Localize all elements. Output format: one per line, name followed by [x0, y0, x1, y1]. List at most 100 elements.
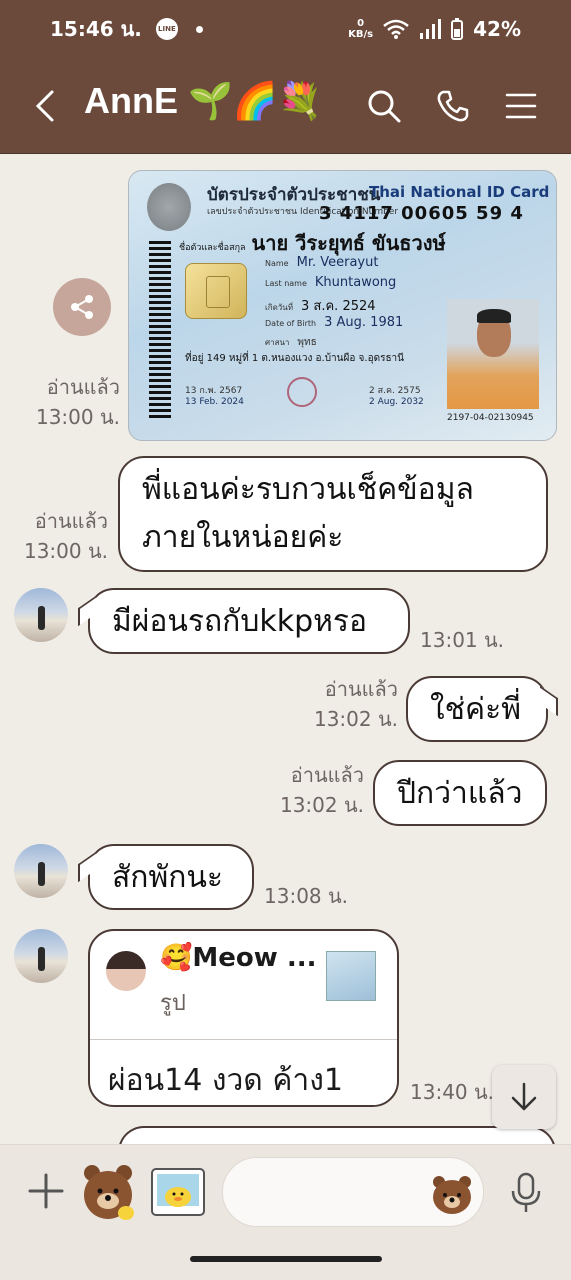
dob-th-value: 3 ส.ค. 2524 — [301, 299, 376, 314]
net-speed: 0 KB/s — [348, 18, 373, 40]
message-time: 13:01 น. — [420, 628, 505, 652]
message-time: 13:02 น. — [313, 707, 398, 731]
name-en: Name Mr. Veerayut — [265, 255, 378, 270]
chat-header: AnnE 🌱🌈💐 — [0, 58, 571, 154]
emblem-icon — [147, 183, 191, 231]
dob-en: Date of Birth 3 Aug. 1981 — [265, 315, 403, 330]
system-nav-bar — [0, 1236, 571, 1280]
issue-date-en: 13 Feb. 2024 — [185, 397, 244, 407]
avatar-figure — [38, 862, 45, 886]
issue-date-th: 13 ก.พ. 2567 — [185, 386, 243, 396]
brown-bear-sticker-icon[interactable] — [78, 1161, 138, 1221]
share-button[interactable] — [53, 278, 111, 336]
read-receipt: อ่านแล้ว — [34, 509, 108, 533]
message-time: 13:02 น. — [279, 793, 364, 817]
card-serial: 2197-04-02130945 — [447, 413, 534, 423]
name-label: ชื่อตัวและชื่อสกุล — [179, 243, 246, 253]
wifi-icon — [383, 19, 409, 39]
id-number: 3 4117 00605 59 4 — [319, 203, 524, 224]
status-right: 0 KB/s 42% — [348, 17, 521, 41]
message-text: ใช่ค่ะพี่ — [430, 691, 521, 727]
name-th-value: นาย วีระยุทธ์ ขันธวงษ์ — [251, 231, 446, 255]
religion-label: ศาสนา — [265, 338, 290, 347]
photo-sticker-icon[interactable] — [150, 1167, 206, 1217]
lastname-en: Last name Khuntawong — [265, 275, 396, 290]
hamburger-menu-icon[interactable] — [503, 88, 539, 124]
divider — [90, 1039, 397, 1040]
religion: ศาสนา พุทธ — [265, 335, 317, 350]
chip — [185, 263, 247, 319]
dob-th-label: เกิดวันที่ — [265, 303, 294, 312]
message-text-line2: ภายในหน่อยค่ะ — [142, 520, 344, 555]
scroll-to-bottom-button[interactable] — [492, 1065, 556, 1129]
status-bar: 15:46 น. LINE 0 KB/s 42% — [0, 0, 571, 58]
message-text: ปีกว่าแล้ว — [397, 775, 523, 811]
expiry-date-th: 2 ส.ค. 2575 — [369, 386, 421, 396]
name-en-label: Name — [265, 259, 289, 268]
avatar[interactable] — [14, 929, 68, 983]
message-meta: อ่านแล้ว 13:02 น. — [264, 760, 364, 820]
id-photo — [447, 299, 539, 409]
message-bubble[interactable]: ใช่ค่ะพี่ — [406, 676, 548, 742]
message-text-line1: พี่แอนค่ะรบกวนเช็คข้อมูล — [142, 472, 474, 507]
message-bubble[interactable]: ปีกว่าแล้ว — [373, 760, 547, 826]
dob-en-label: Date of Birth — [265, 319, 317, 328]
search-icon[interactable] — [366, 88, 402, 124]
read-receipt: อ่านแล้ว — [46, 375, 120, 399]
reply-message-bubble[interactable]: 🥰Meow ... รูป ผ่อน14 งวด ค้าง1 — [88, 929, 399, 1107]
message-time: 13:08 น. — [264, 884, 349, 908]
net-speed-unit: KB/s — [348, 29, 374, 40]
seal-icon — [287, 377, 317, 407]
expiry-date-en: 2 Aug. 2032 — [369, 397, 424, 407]
message-text: มีผ่อนรถกับkkpหรอ — [112, 603, 368, 639]
net-speed-value: 0 — [357, 18, 365, 29]
microphone-icon[interactable] — [506, 1171, 546, 1215]
avatar-figure — [38, 947, 45, 971]
lastname-en-label: Last name — [265, 279, 307, 288]
religion-value: พุทธ — [297, 337, 317, 348]
avatar[interactable] — [14, 844, 68, 898]
brown-bear-emoji-icon[interactable] — [430, 1173, 474, 1215]
message-bubble[interactable]: มีผ่อนรถกับkkpหรอ — [88, 588, 410, 654]
message-bubble[interactable]: พี่แอนค่ะรบกวนเช็คข้อมูล ภายในหน่อยค่ะ — [118, 456, 548, 572]
dob-th: เกิดวันที่ 3 ส.ค. 2524 — [265, 295, 376, 316]
message-bubble-partial[interactable] — [118, 1126, 556, 1144]
message-meta: อ่านแล้ว 13:00 น. — [12, 506, 108, 566]
quoted-image-thumbnail[interactable] — [326, 951, 376, 1001]
chat-messages[interactable]: อ่านแล้ว 13:00 น. บัตรประจำตัวประชาชน Th… — [0, 154, 571, 1144]
quoted-avatar — [106, 951, 146, 991]
read-receipt: อ่านแล้ว — [290, 763, 364, 787]
share-icon — [71, 295, 93, 319]
home-gesture-handle[interactable] — [190, 1256, 382, 1262]
message-text: ผ่อน14 งวด ค้าง1 — [108, 1063, 343, 1098]
name-en-value: Mr. Veerayut — [296, 255, 379, 270]
status-time: 15:46 น. — [50, 17, 142, 41]
barcode — [149, 241, 171, 421]
battery-icon — [451, 18, 464, 40]
message-input-bar — [0, 1144, 571, 1236]
message-bubble[interactable]: สักพักนะ — [88, 844, 254, 910]
arrow-down-icon — [511, 1082, 537, 1111]
phone-icon[interactable] — [435, 88, 471, 124]
chat-title[interactable]: AnnE 🌱🌈💐 — [84, 80, 322, 122]
avatar-figure — [38, 606, 45, 630]
quoted-sender-name: 🥰Meow ... — [160, 943, 317, 973]
battery-percent: 42% — [473, 17, 521, 41]
back-arrow-icon[interactable] — [30, 86, 62, 126]
lastname-en-value: Khuntawong — [314, 275, 397, 290]
message-time: 13:00 น. — [23, 539, 108, 563]
message-meta: อ่านแล้ว 13:00 น. — [20, 372, 120, 432]
quoted-type: รูป — [160, 991, 186, 1016]
message-text: สักพักนะ — [112, 859, 224, 895]
card-title-en: Thai National ID Card — [369, 183, 550, 201]
notification-dot-icon — [195, 25, 203, 33]
message-time: 13:00 น. — [35, 405, 120, 429]
address: ที่อยู่ 149 หมู่ที่ 1 ต.หนองแวง อ.บ้านผื… — [185, 353, 404, 364]
avatar[interactable] — [14, 588, 68, 642]
hair — [477, 309, 511, 323]
dob-en-value: 3 Aug. 1981 — [324, 315, 404, 330]
id-card-image[interactable]: บัตรประจำตัวประชาชน Thai National ID Car… — [128, 170, 557, 441]
plus-icon[interactable] — [26, 1171, 66, 1211]
signal-icon — [420, 19, 442, 39]
message-meta: อ่านแล้ว 13:02 น. — [298, 674, 398, 734]
